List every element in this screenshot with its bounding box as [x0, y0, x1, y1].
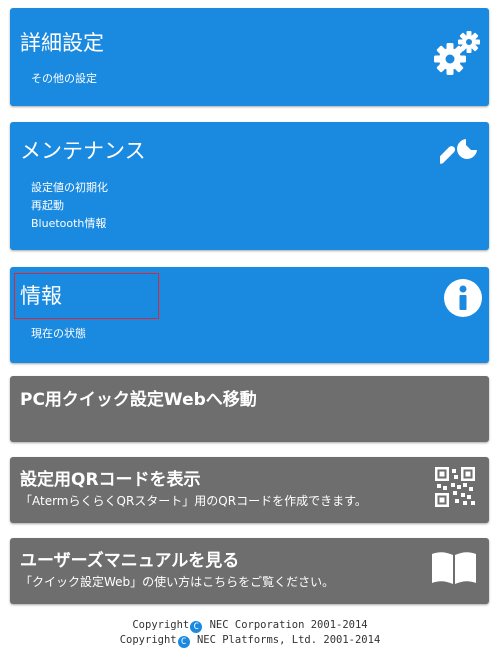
wrench-icon [440, 139, 477, 164]
maintenance-card[interactable]: メンテナンス 設定値の初期化 再起動 Bluetooth情報 [10, 122, 489, 250]
copyright-line-2: Copyright C NEC Platforms, Ltd. 2001-2014 [0, 632, 500, 648]
other-settings-link[interactable]: その他の設定 [31, 70, 97, 88]
copyright-prefix: Copyright [119, 634, 177, 646]
show-qr-code-title: 設定用QRコードを表示 [20, 470, 201, 490]
qr-code-icon [435, 467, 475, 507]
factory-reset-link[interactable]: 設定値の初期化 [31, 179, 108, 197]
show-qr-code-button[interactable]: 設定用QRコードを表示 「AtermらくらくQRスタート」用のQRコードを作成で… [10, 457, 489, 523]
copyright-owner: NEC Platforms, Ltd. 2001-2014 [190, 634, 381, 646]
maintenance-title: メンテナンス [20, 139, 146, 163]
info-card[interactable]: 情報 現在の状態 [10, 267, 489, 363]
advanced-settings-title: 詳細設定 [20, 31, 104, 55]
show-qr-code-subtitle: 「AtermらくらくQRスタート」用のQRコードを作成できます。 [20, 494, 367, 508]
copyright-owner: NEC Corporation 2001-2014 [203, 619, 368, 631]
advanced-settings-card[interactable]: 詳細設定 その他の設定 [10, 8, 489, 106]
info-icon [444, 279, 482, 317]
reboot-link[interactable]: 再起動 [31, 197, 64, 215]
user-manual-title: ユーザーズマニュアルを見る [20, 551, 240, 571]
pc-quick-settings-button[interactable]: PC用クイック設定Webへ移動 [10, 376, 489, 442]
user-manual-subtitle: 「クイック設定Web」の使い方はこちらをご覧ください。 [20, 575, 335, 589]
info-title: 情報 [20, 284, 62, 308]
pc-quick-settings-title: PC用クイック設定Webへ移動 [20, 390, 257, 410]
book-icon [432, 552, 476, 584]
user-manual-button[interactable]: ユーザーズマニュアルを見る 「クイック設定Web」の使い方はこちらをご覧ください… [10, 538, 489, 604]
current-status-link[interactable]: 現在の状態 [31, 325, 86, 343]
gears-icon [434, 31, 480, 75]
copyright-mark: C [177, 636, 190, 648]
copyright-prefix: Copyright [132, 619, 190, 631]
bluetooth-info-link[interactable]: Bluetooth情報 [31, 215, 106, 233]
copyright-line-1: Copyright C NEC Corporation 2001-2014 [0, 617, 500, 633]
